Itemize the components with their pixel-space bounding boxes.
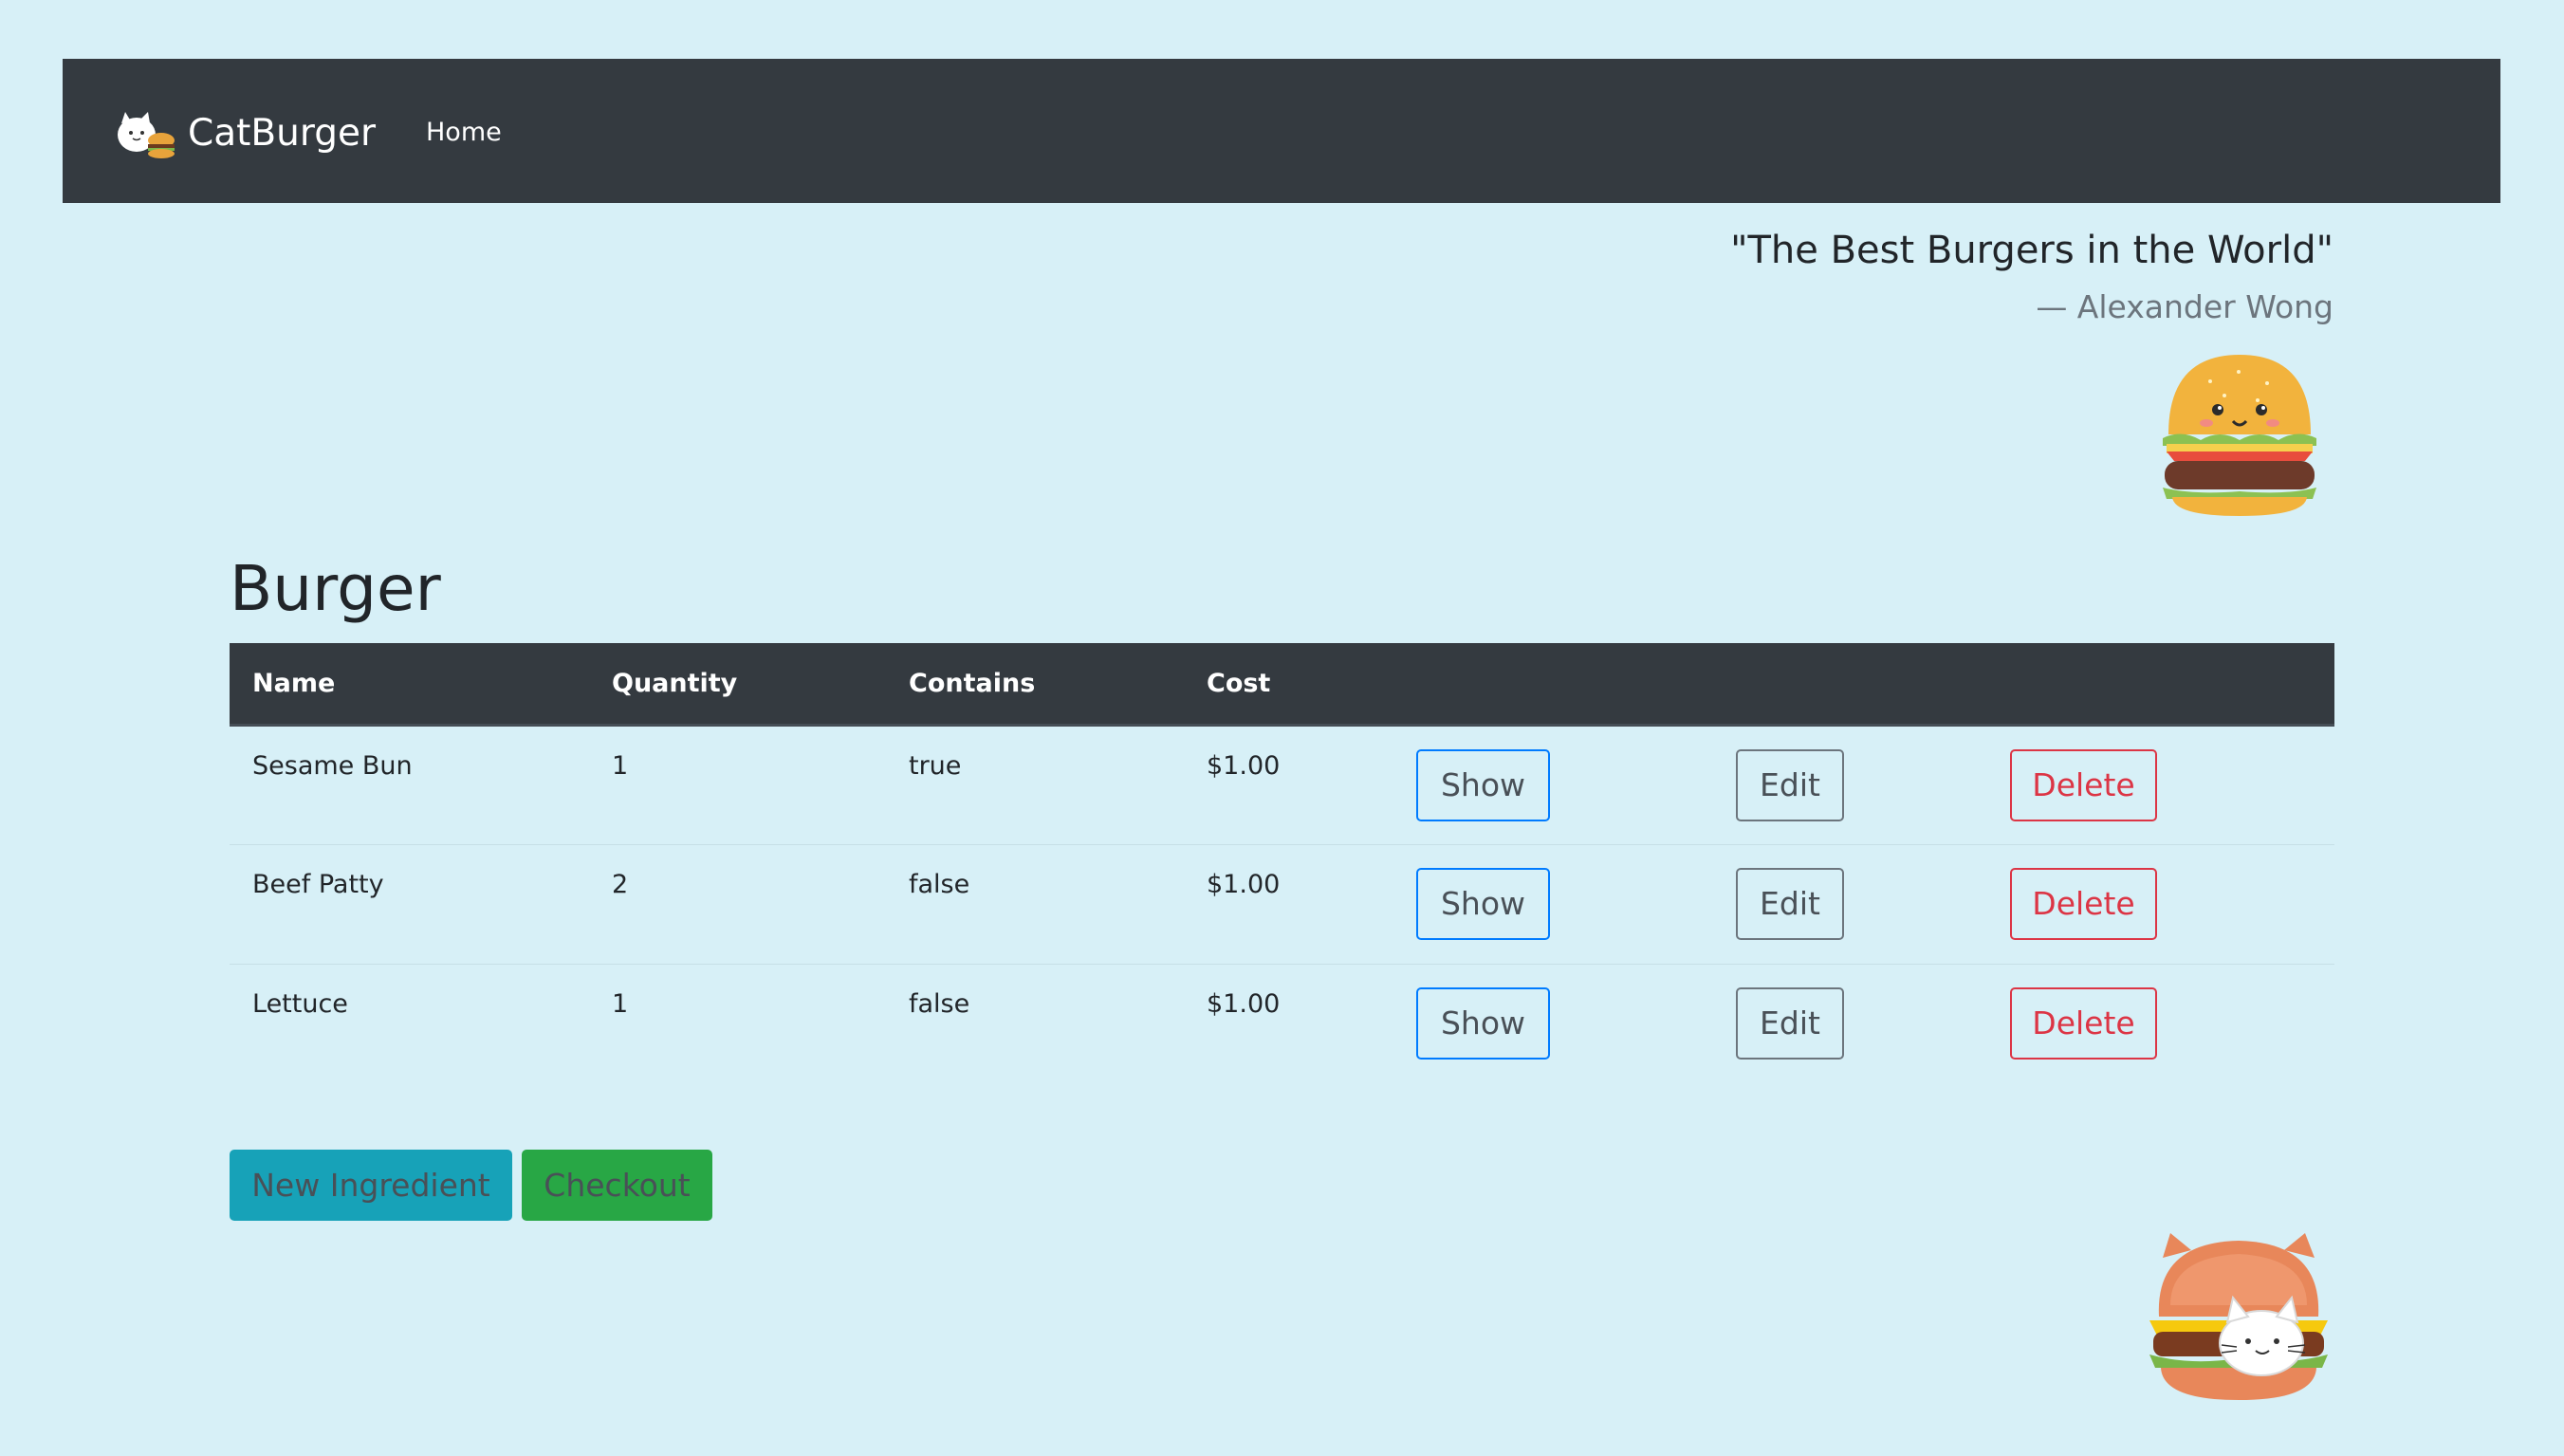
- brand[interactable]: CatBurger: [112, 104, 376, 161]
- edit-button[interactable]: Edit: [1736, 748, 1844, 821]
- cat-in-burger-illustration: [2149, 1233, 2328, 1400]
- ingredients-table: Name Quantity Contains Cost Sesame Bun 1…: [230, 643, 2334, 1083]
- cell-edit: Edit: [1713, 725, 1987, 844]
- cell-show: Show: [1393, 843, 1713, 964]
- delete-button[interactable]: Delete: [2010, 867, 2157, 940]
- cell-contains: true: [909, 750, 962, 781]
- cell-contains: false: [886, 963, 1184, 1083]
- cell-edit: Edit: [1713, 843, 1987, 964]
- cell-edit: Edit: [1713, 963, 1987, 1083]
- cute-burger-illustration: [2163, 355, 2316, 516]
- column-header-cost: Cost: [1184, 643, 1393, 727]
- edit-button[interactable]: Edit: [1736, 867, 1844, 940]
- cell-contains: false: [886, 843, 1184, 964]
- quote-text: "The Best Burgers in the World": [1730, 229, 2333, 272]
- page-title: Burger: [230, 552, 441, 625]
- table-header-row: Name Quantity Contains Cost: [230, 643, 2334, 727]
- table-row: Lettuce 1 false $1.00 Show Edit Delete: [230, 963, 2334, 1083]
- cell-name: Sesame Bun: [252, 750, 413, 781]
- navbar: CatBurger Home: [63, 59, 2500, 203]
- cell-show: Show: [1393, 963, 1713, 1083]
- column-header-delete: [1987, 643, 2334, 727]
- cell-delete: Delete: [1987, 963, 2334, 1083]
- cell-delete: Delete: [1987, 843, 2334, 964]
- cell-quantity: 1: [589, 963, 886, 1083]
- nav-home-link[interactable]: Home: [426, 118, 502, 147]
- column-header-contains: Contains: [886, 643, 1184, 727]
- delete-button[interactable]: Delete: [2010, 748, 2157, 821]
- cell-cost: $1.00: [1207, 750, 1281, 781]
- quote-block: "The Best Burgers in the World" — Alexan…: [1730, 228, 2333, 325]
- cell-cost: $1.00: [1184, 963, 1393, 1083]
- quote-author: — Alexander Wong: [2036, 288, 2333, 325]
- table-row: Sesame Bun 1 true $1.00 Show Edit Delete: [230, 725, 2334, 844]
- cell-name: Beef Patty: [230, 843, 589, 964]
- show-button[interactable]: Show: [1416, 986, 1550, 1060]
- column-header-name: Name: [230, 643, 589, 727]
- show-button[interactable]: Show: [1416, 867, 1550, 940]
- cell-cost: $1.00: [1184, 843, 1393, 964]
- cat-burger-logo-icon: [118, 112, 175, 158]
- edit-button[interactable]: Edit: [1736, 986, 1844, 1060]
- new-ingredient-button[interactable]: New Ingredient: [230, 1150, 512, 1221]
- column-header-show: [1393, 643, 1713, 727]
- brand-name: CatBurger: [188, 111, 377, 155]
- column-header-edit: [1713, 643, 1987, 727]
- show-button[interactable]: Show: [1416, 748, 1550, 821]
- cell-delete: Delete: [1987, 725, 2334, 844]
- cell-quantity: 1: [612, 750, 629, 781]
- checkout-button[interactable]: Checkout: [522, 1150, 712, 1221]
- cell-name: Lettuce: [230, 963, 589, 1083]
- column-header-quantity: Quantity: [589, 643, 886, 727]
- delete-button[interactable]: Delete: [2010, 986, 2157, 1060]
- cell-show: Show: [1393, 725, 1713, 844]
- action-buttons: New Ingredient Checkout: [230, 1150, 712, 1221]
- table-row: Beef Patty 2 false $1.00 Show Edit Delet…: [230, 843, 2334, 964]
- cell-quantity: 2: [589, 843, 886, 964]
